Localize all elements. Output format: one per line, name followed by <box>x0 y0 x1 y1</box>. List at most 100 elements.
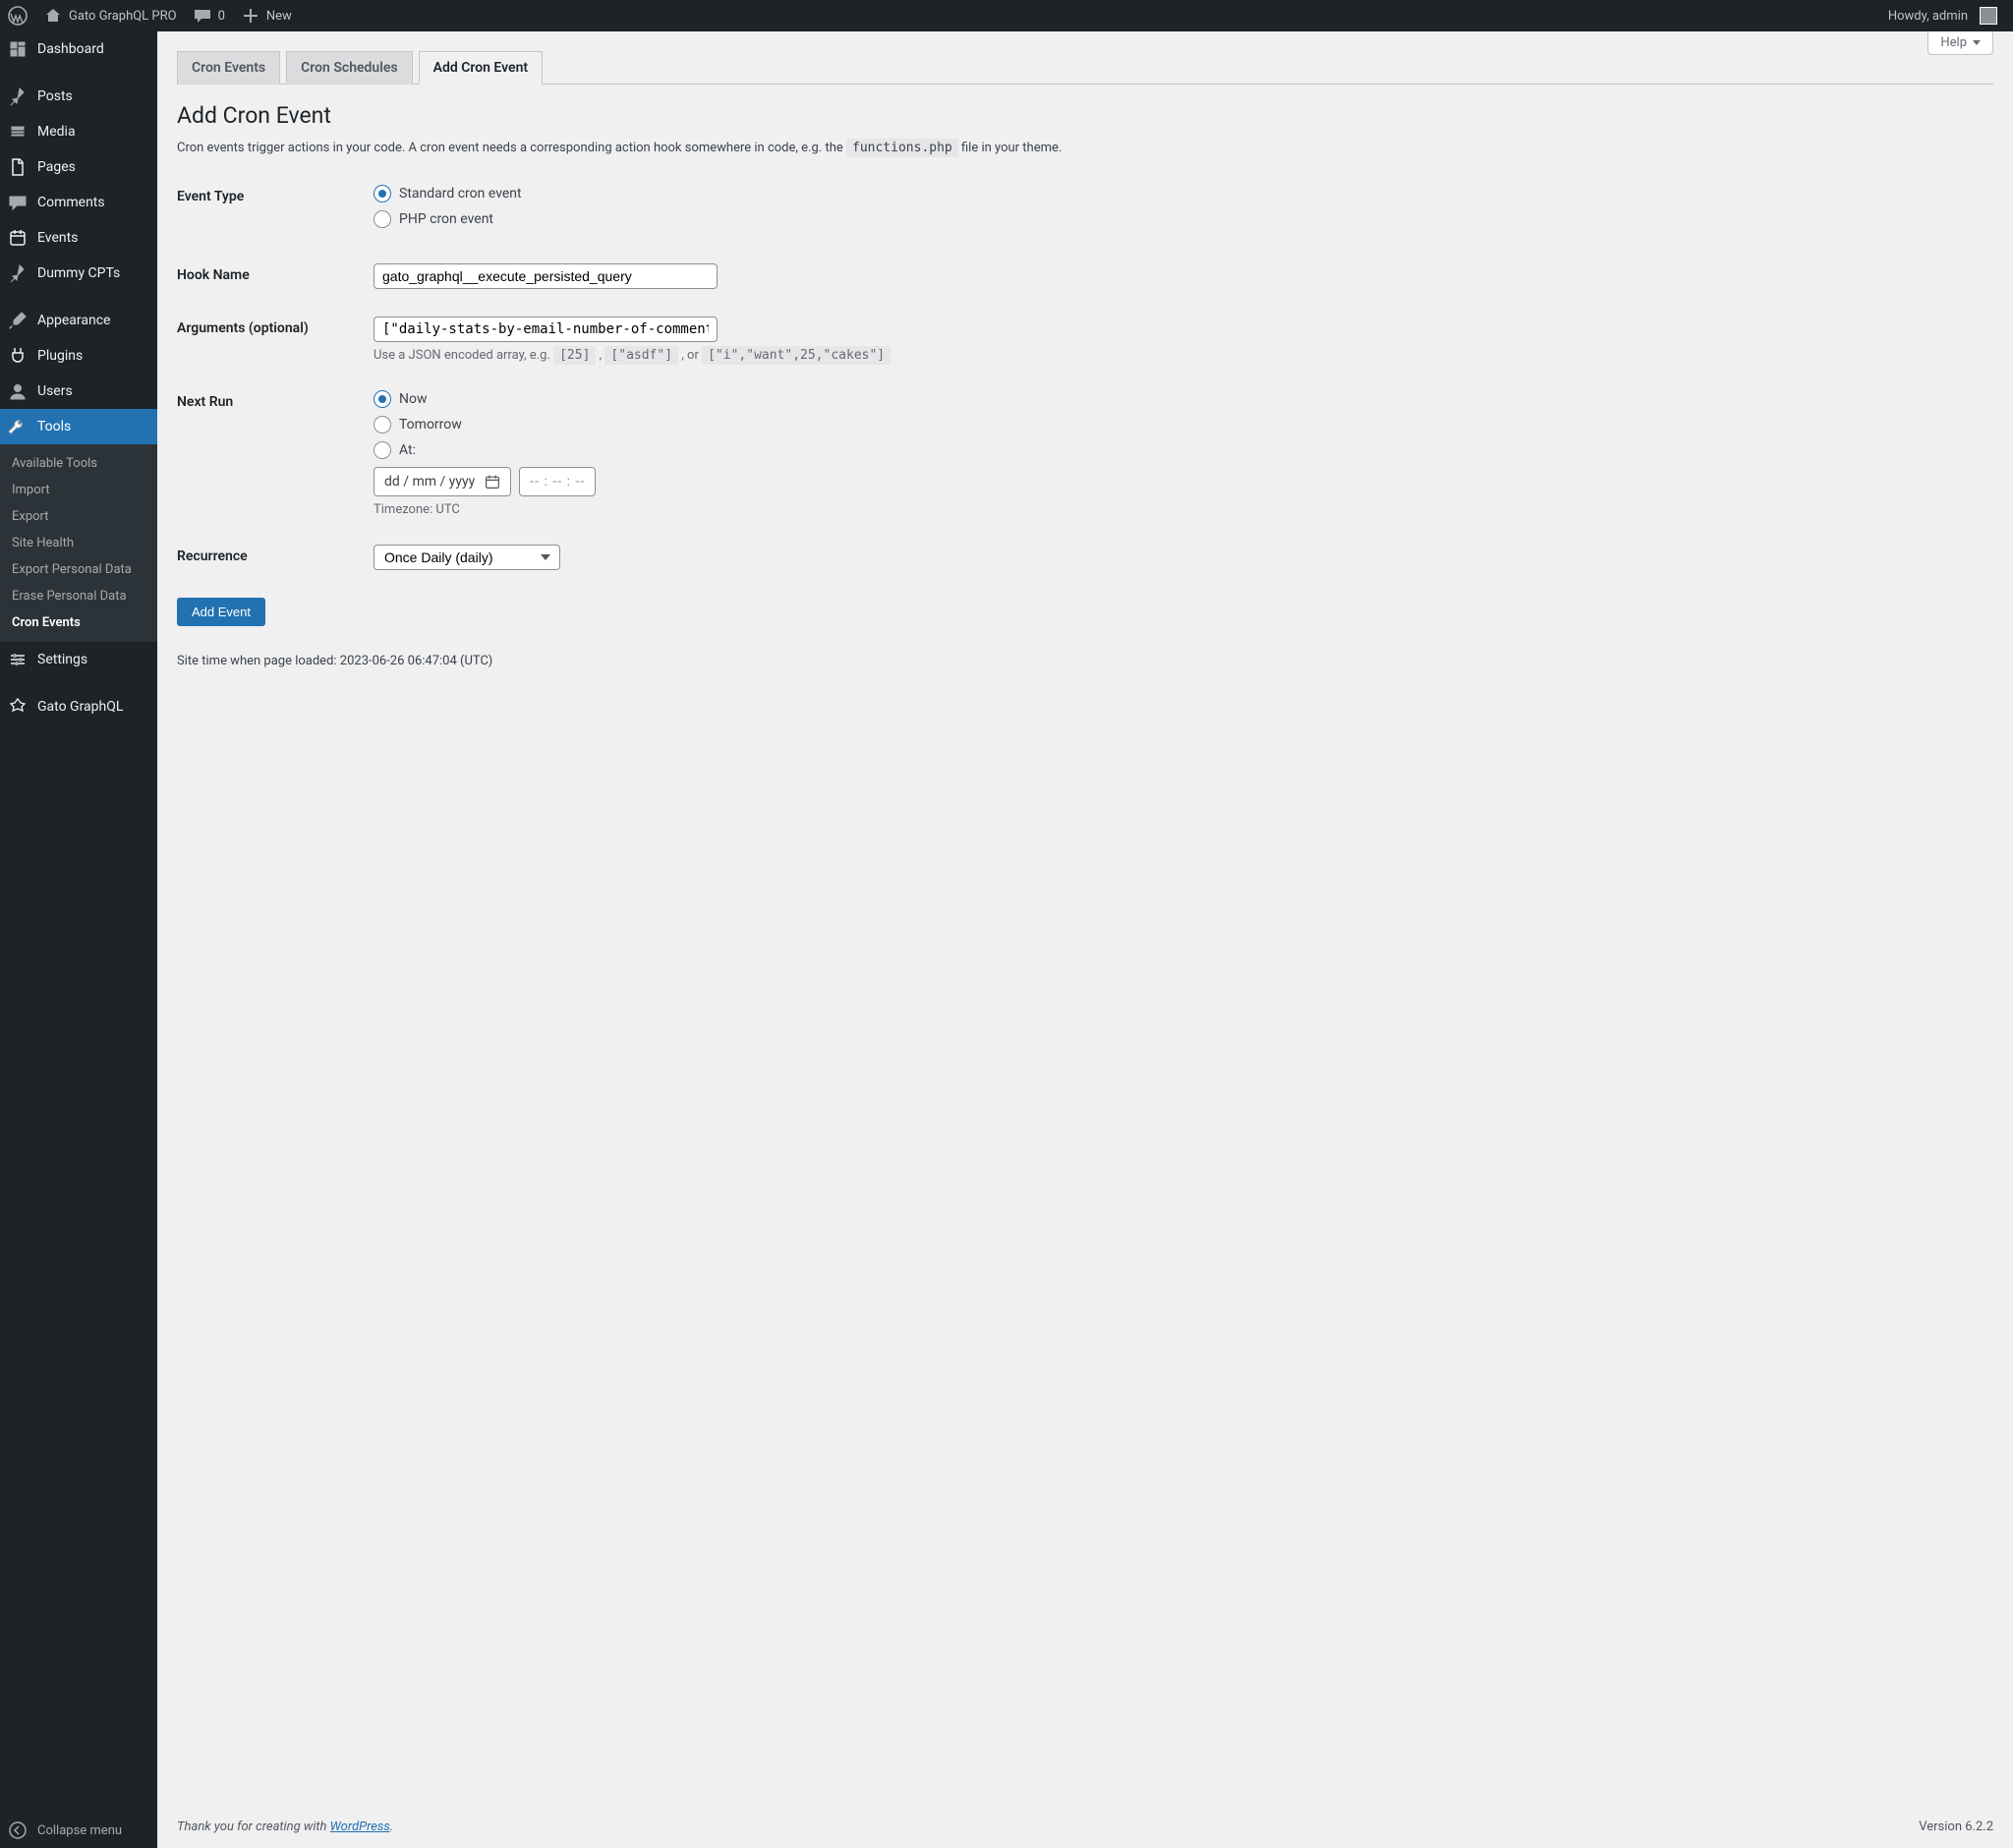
sidebar-item-media[interactable]: Media <box>0 114 157 149</box>
next-run-tomorrow-radio[interactable] <box>374 416 391 433</box>
admin-toolbar: Gato GraphQL PRO 0 New Howdy, admin <box>0 0 2013 31</box>
sidebar-item-tools[interactable]: Tools <box>0 409 157 444</box>
next-run-time-input[interactable]: -- : -- : -- <box>519 467 596 496</box>
tab-cron-schedules[interactable]: Cron Schedules <box>286 51 412 85</box>
sidebar-subitem-available-tools[interactable]: Available Tools <box>0 450 157 477</box>
help-tab-toggle[interactable]: Help <box>1927 31 1993 55</box>
next-run-date-input[interactable]: dd / mm / yyyy <box>374 467 511 496</box>
sidebar-item-label: Comments <box>37 195 105 210</box>
sidebar-item-label: Pages <box>37 159 76 175</box>
chevron-down-icon <box>1973 40 1981 45</box>
avatar <box>1980 7 1997 25</box>
sidebar-item-pages[interactable]: Pages <box>0 149 157 185</box>
next-run-label: Next Run <box>177 376 374 531</box>
sliders-icon <box>8 650 28 669</box>
sidebar-subitem-export-personal-data[interactable]: Export Personal Data <box>0 556 157 583</box>
sidebar-subitem-site-health[interactable]: Site Health <box>0 530 157 556</box>
sidebar-item-label: Settings <box>37 652 87 667</box>
sidebar-item-appearance[interactable]: Appearance <box>0 303 157 338</box>
event-type-standard-radio[interactable] <box>374 185 391 202</box>
event-type-php-radio[interactable] <box>374 210 391 228</box>
arguments-input[interactable] <box>374 317 718 342</box>
page-icon <box>8 157 28 177</box>
tab-add-cron-event[interactable]: Add Cron Event <box>419 51 544 85</box>
event-type-php-label[interactable]: PHP cron event <box>399 211 493 227</box>
new-label: New <box>266 9 292 24</box>
next-run-tomorrow-label[interactable]: Tomorrow <box>399 417 462 433</box>
sidebar-item-users[interactable]: Users <box>0 374 157 409</box>
comment-icon <box>8 193 28 212</box>
sidebar-item-comments[interactable]: Comments <box>0 185 157 220</box>
next-run-now-label[interactable]: Now <box>399 391 428 407</box>
home-icon <box>43 6 63 26</box>
site-title: Gato GraphQL PRO <box>69 9 177 24</box>
sidebar-item-label: Users <box>37 383 73 399</box>
sidebar-item-label: Tools <box>37 419 71 434</box>
sidebar-item-label: Dummy CPTs <box>37 265 120 281</box>
pin-icon <box>8 263 28 283</box>
hook-name-label: Hook Name <box>177 250 374 303</box>
comments-count: 0 <box>218 9 225 24</box>
intro-text: Cron events trigger actions in your code… <box>177 141 1993 155</box>
wordpress-link[interactable]: WordPress <box>330 1819 390 1834</box>
sidebar-subitem-export[interactable]: Export <box>0 503 157 530</box>
account-menu[interactable]: Howdy, admin <box>1880 0 2005 31</box>
plug-icon <box>8 346 28 366</box>
event-type-label: Event Type <box>177 171 374 250</box>
intro-code: functions.php <box>846 139 958 157</box>
content-area: Help Cron EventsCron SchedulesAdd Cron E… <box>157 31 2013 1848</box>
page-title: Add Cron Event <box>177 102 1993 129</box>
hook-name-input[interactable] <box>374 263 718 289</box>
wrench-icon <box>8 417 28 436</box>
sidebar-item-label: Events <box>37 230 78 246</box>
add-event-button[interactable]: Add Event <box>177 598 265 626</box>
gato-icon <box>8 697 28 717</box>
collapse-menu-button[interactable]: Collapse menu <box>0 1813 157 1848</box>
sidebar-item-label: Media <box>37 124 76 140</box>
timezone-label: Timezone: UTC <box>374 502 1993 517</box>
brush-icon <box>8 311 28 330</box>
sidebar-subitem-erase-personal-data[interactable]: Erase Personal Data <box>0 583 157 609</box>
sidebar-subitem-cron-events[interactable]: Cron Events <box>0 609 157 636</box>
sidebar-subitem-import[interactable]: Import <box>0 477 157 503</box>
sidebar-item-dashboard[interactable]: Dashboard <box>0 31 157 67</box>
event-type-standard-label[interactable]: Standard cron event <box>399 186 522 202</box>
wp-logo-menu[interactable] <box>0 0 35 31</box>
admin-sidebar: Dashboard Posts Media Pages Comments Events Du… <box>0 31 157 1848</box>
calendar-icon <box>485 474 500 490</box>
sidebar-item-settings[interactable]: Settings <box>0 642 157 677</box>
sidebar-item-label: Plugins <box>37 348 83 364</box>
tab-cron-events[interactable]: Cron Events <box>177 51 280 85</box>
comments-link[interactable]: 0 <box>185 0 233 31</box>
next-run-at-radio[interactable] <box>374 441 391 459</box>
wordpress-icon <box>8 6 28 26</box>
next-run-now-radio[interactable] <box>374 390 391 408</box>
site-home-link[interactable]: Gato GraphQL PRO <box>35 0 185 31</box>
sidebar-submenu: Available ToolsImportExportSite HealthEx… <box>0 444 157 642</box>
user-icon <box>8 381 28 401</box>
next-run-at-label[interactable]: At: <box>399 442 416 458</box>
sidebar-item-events[interactable]: Events <box>0 220 157 256</box>
sidebar-item-label: Gato GraphQL <box>37 699 123 715</box>
sidebar-item-posts[interactable]: Posts <box>0 79 157 114</box>
howdy-text: Howdy, admin <box>1888 9 1968 24</box>
help-label: Help <box>1940 35 1967 50</box>
sidebar-item-dummy-cpts[interactable]: Dummy CPTs <box>0 256 157 291</box>
pin-icon <box>8 87 28 106</box>
media-icon <box>8 122 28 142</box>
arguments-help: Use a JSON encoded array, e.g. [25] , ["… <box>374 348 1993 363</box>
date-placeholder: dd / mm / yyyy <box>384 474 475 490</box>
dashboard-icon <box>8 39 28 59</box>
collapse-label: Collapse menu <box>37 1823 122 1838</box>
calendar-icon <box>8 228 28 248</box>
recurrence-select[interactable]: Once Daily (daily) <box>374 545 560 570</box>
footer-version: Version 6.2.2 <box>1919 1819 1993 1834</box>
sidebar-item-label: Posts <box>37 88 73 104</box>
sidebar-item-label: Dashboard <box>37 41 104 57</box>
sidebar-item-plugins[interactable]: Plugins <box>0 338 157 374</box>
new-content-link[interactable]: New <box>233 0 300 31</box>
time-placeholder: -- : -- : -- <box>530 474 585 490</box>
collapse-icon <box>8 1820 28 1840</box>
plus-icon <box>241 6 260 26</box>
sidebar-item-gato-graphql[interactable]: Gato GraphQL <box>0 689 157 724</box>
